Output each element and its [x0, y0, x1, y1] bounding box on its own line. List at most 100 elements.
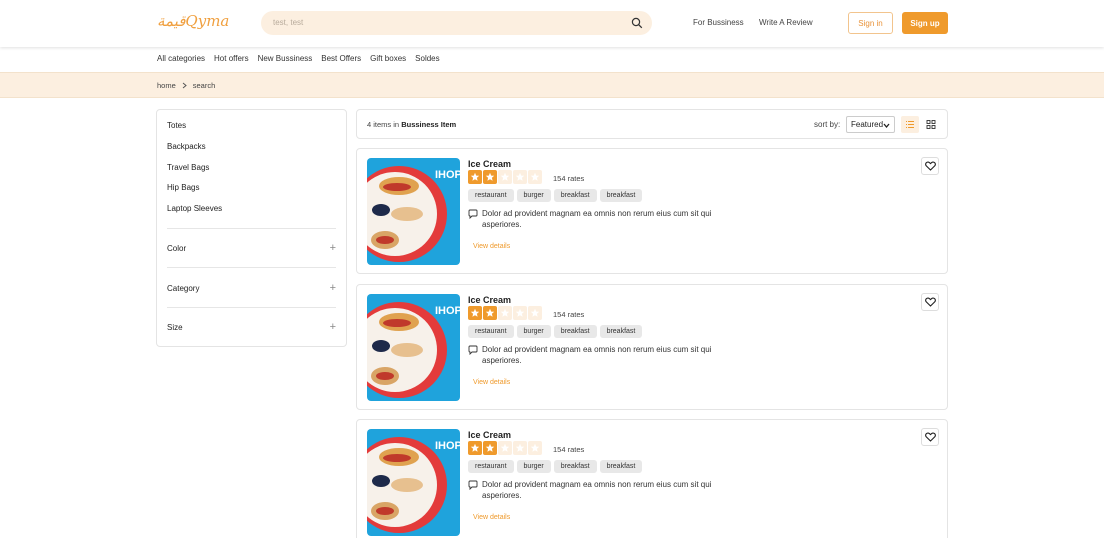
heart-icon	[924, 432, 936, 442]
plus-icon[interactable]: +	[330, 283, 336, 294]
star-icon	[483, 441, 497, 455]
star-icon	[498, 306, 512, 320]
favorite-button[interactable]	[921, 157, 939, 175]
view-details-link[interactable]: View details	[473, 243, 510, 250]
star-icon	[513, 170, 527, 184]
heart-icon	[924, 297, 936, 307]
filter-category[interactable]: Category +	[167, 283, 336, 294]
favorite-button[interactable]	[921, 293, 939, 311]
sidebar-item-backpacks[interactable]: Backpacks	[167, 142, 206, 151]
divider	[167, 267, 336, 268]
svg-text:IHOP: IHOP	[435, 169, 460, 181]
results-count: 4 items in Bussiness Item	[367, 120, 457, 129]
results-toolbar: 4 items in Bussiness Item sort by: Featu…	[356, 109, 948, 139]
product-image[interactable]: IHOP	[367, 294, 460, 401]
rates-count: 154 rates	[553, 310, 585, 319]
grid-icon	[926, 120, 936, 129]
filter-color-label: Color	[167, 244, 187, 253]
filter-sidebar: Totes Backpacks Travel Bags Hip Bags Lap…	[156, 109, 347, 347]
category-new-business[interactable]: New Bussiness	[258, 54, 313, 63]
result-card[interactable]: IHOP Ice Cream 154 rates restaurant burge…	[356, 419, 948, 538]
star-icon	[528, 170, 542, 184]
filter-size[interactable]: Size +	[167, 322, 336, 333]
search-icon[interactable]	[631, 17, 643, 29]
tag-badge[interactable]: burger	[516, 189, 551, 202]
star-icon	[468, 306, 482, 320]
product-image[interactable]: IHOP	[367, 158, 460, 265]
write-review-link[interactable]: Write A Review	[759, 18, 813, 27]
grid-view-button[interactable]	[922, 116, 940, 133]
sidebar-item-laptop-sleeves[interactable]: Laptop Sleeves	[167, 204, 222, 213]
tag-badge[interactable]: breakfast	[553, 325, 597, 338]
tag-badge[interactable]: restaurant	[468, 189, 514, 202]
breadcrumb: home search	[157, 81, 215, 90]
breadcrumb-band: home search	[0, 72, 1104, 98]
sort-select[interactable]: Featured	[846, 116, 895, 133]
sign-in-button[interactable]: Sign in	[848, 12, 893, 34]
rates-count: 154 rates	[553, 445, 585, 454]
card-title[interactable]: Ice Cream	[468, 295, 511, 305]
card-title[interactable]: Ice Cream	[468, 430, 511, 440]
svg-text:IHOP: IHOP	[435, 440, 460, 452]
star-icon	[483, 170, 497, 184]
product-image[interactable]: IHOP	[367, 429, 460, 536]
card-title[interactable]: Ice Cream	[468, 159, 511, 169]
search-input[interactable]: test, test	[273, 18, 303, 27]
sidebar-item-hip-bags[interactable]: Hip Bags	[167, 183, 199, 192]
category-best-offers[interactable]: Best Offers	[321, 54, 361, 63]
sidebar-item-totes[interactable]: Totes	[167, 121, 186, 130]
view-details-link[interactable]: View details	[473, 379, 510, 386]
tag-badge[interactable]: breakfast	[599, 189, 643, 202]
star-icon	[468, 441, 482, 455]
list-view-button[interactable]	[901, 116, 919, 133]
chevron-right-icon	[182, 82, 187, 89]
category-all[interactable]: All categories	[157, 54, 205, 63]
comment-icon	[468, 209, 478, 219]
divider	[167, 228, 336, 229]
top-header: قيمةQyma test, test For Bussiness Write …	[0, 0, 1104, 47]
star-icon	[498, 441, 512, 455]
tag-badge[interactable]: burger	[516, 460, 551, 473]
plus-icon[interactable]: +	[330, 243, 336, 254]
card-description: Dolor ad provident magnam ea omnis non r…	[482, 480, 712, 500]
comment-icon	[468, 345, 478, 355]
star-icon	[528, 441, 542, 455]
filter-size-label: Size	[167, 323, 183, 332]
search-bar[interactable]: test, test	[261, 11, 652, 35]
tag-list: restaurant burger breakfast breakfast	[468, 460, 643, 473]
site-logo[interactable]: قيمةQyma	[157, 12, 229, 30]
tag-badge[interactable]: breakfast	[553, 189, 597, 202]
filter-category-label: Category	[167, 284, 200, 293]
tag-badge[interactable]: breakfast	[553, 460, 597, 473]
filter-color[interactable]: Color +	[167, 243, 336, 254]
list-icon	[906, 121, 914, 128]
tag-badge[interactable]: restaurant	[468, 460, 514, 473]
rating-stars	[468, 441, 542, 455]
sign-up-button[interactable]: Sign up	[902, 12, 948, 34]
for-business-link[interactable]: For Bussiness	[693, 18, 744, 27]
category-gift-boxes[interactable]: Gift boxes	[370, 54, 406, 63]
heart-icon	[924, 161, 936, 171]
sidebar-item-travel-bags[interactable]: Travel Bags	[167, 163, 209, 172]
favorite-button[interactable]	[921, 428, 939, 446]
view-details-link[interactable]: View details	[473, 514, 510, 521]
rating-stars	[468, 306, 542, 320]
category-hot-offers[interactable]: Hot offers	[214, 54, 249, 63]
tag-badge[interactable]: breakfast	[599, 325, 643, 338]
star-icon	[528, 306, 542, 320]
divider	[167, 307, 336, 308]
breadcrumb-home[interactable]: home	[157, 81, 176, 90]
breadcrumb-current: search	[192, 81, 216, 90]
tag-badge[interactable]: burger	[516, 325, 551, 338]
svg-text:IHOP: IHOP	[435, 305, 460, 317]
tag-badge[interactable]: restaurant	[468, 325, 514, 338]
card-description: Dolor ad provident magnam ea omnis non r…	[482, 209, 712, 229]
plus-icon[interactable]: +	[330, 322, 336, 333]
tag-badge[interactable]: breakfast	[599, 460, 643, 473]
star-icon	[513, 306, 527, 320]
category-soldes[interactable]: Soldes	[415, 54, 439, 63]
result-card[interactable]: IHOP Ice Cream 154 rates restaurant burge…	[356, 284, 948, 410]
result-card[interactable]: IHOP Ice Cream 154 rates restaurant burge…	[356, 148, 948, 274]
star-icon	[498, 170, 512, 184]
chevron-down-icon	[883, 123, 890, 129]
